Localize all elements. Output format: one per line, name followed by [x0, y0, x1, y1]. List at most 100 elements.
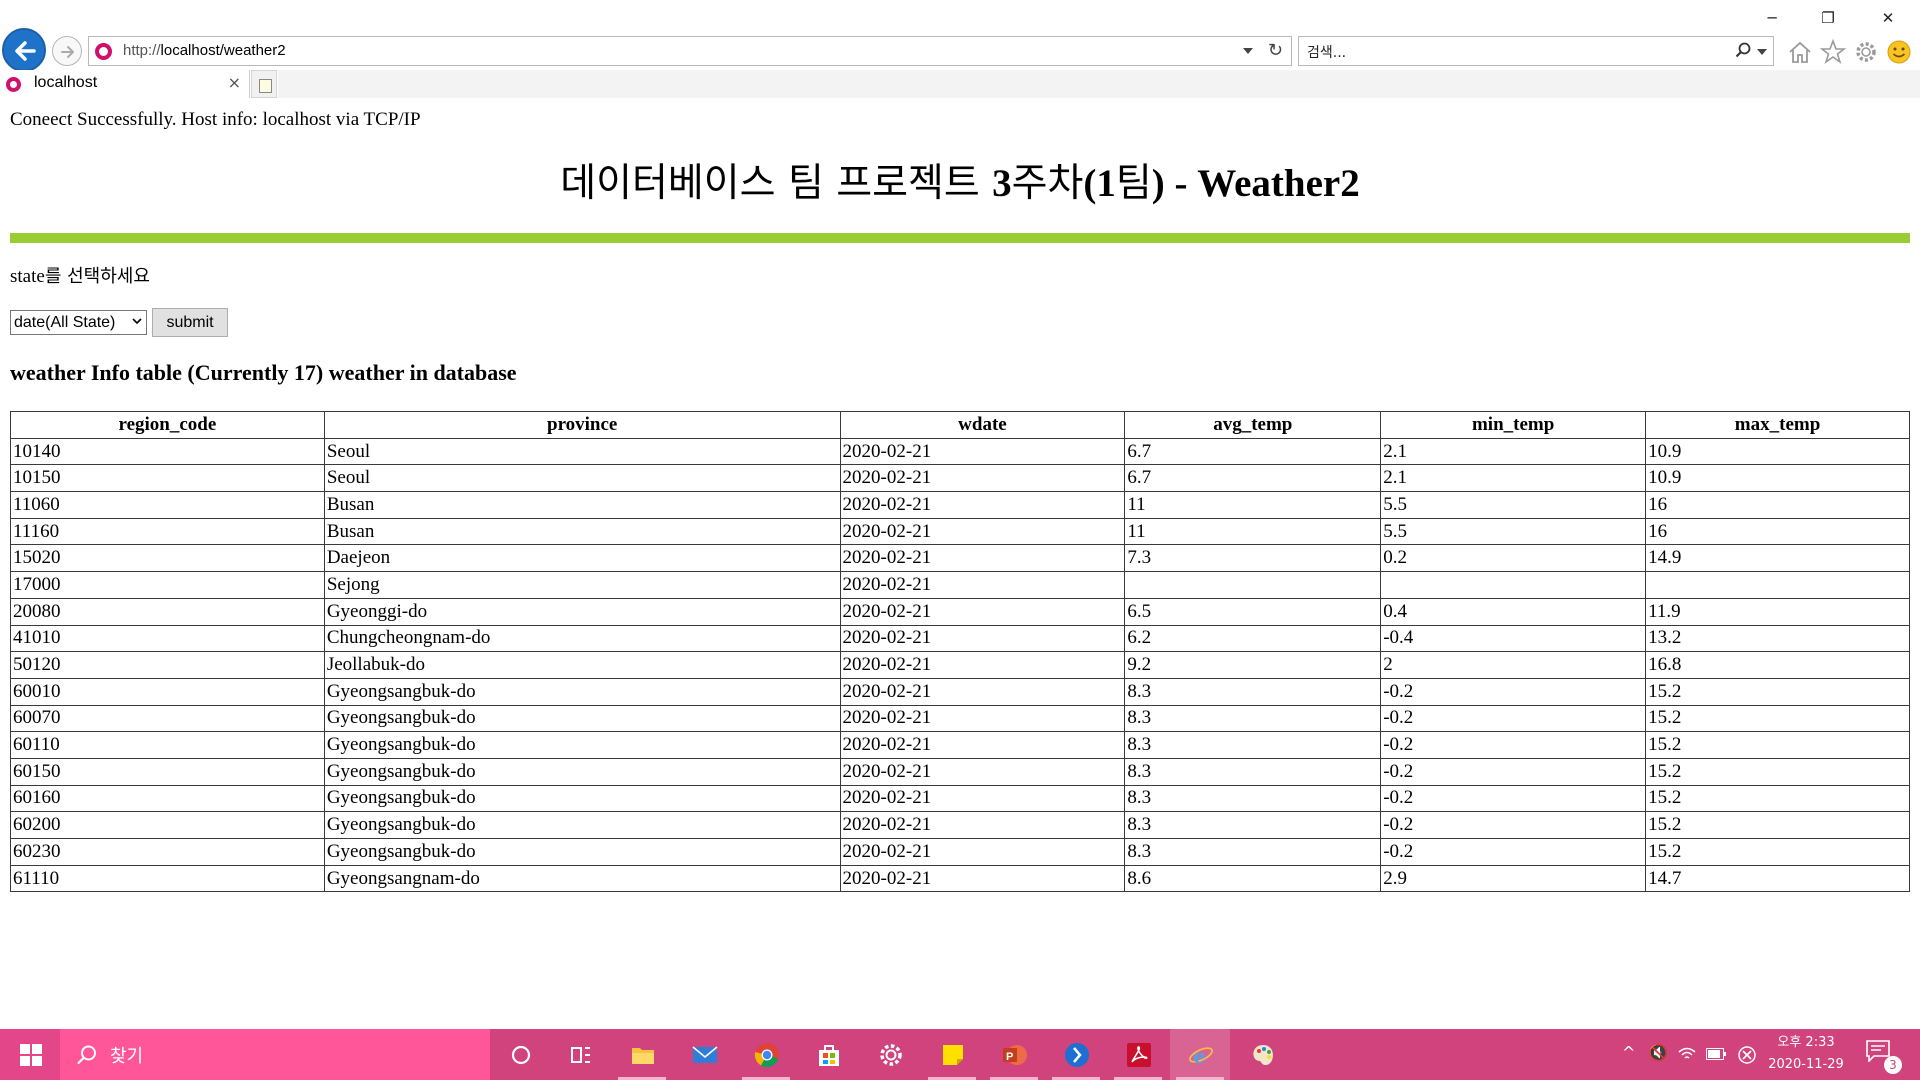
browser-tab-localhost[interactable]: localhost ×: [0, 70, 250, 98]
cell-region-code: 41010: [10, 624, 325, 653]
search-dropdown-icon[interactable]: [1757, 49, 1767, 55]
table-row: 11060 Busan 2020-02-21 11 5.5 16: [10, 491, 1910, 519]
cell-wdate: 2020-02-21: [839, 651, 1126, 679]
table-row: 60230 Gyeongsangbuk-do 2020-02-21 8.3 -0.2 15…: [10, 838, 1910, 866]
cell-province: Jeollabuk-do: [323, 651, 841, 679]
minimize-button[interactable]: ─: [1752, 8, 1792, 28]
site-favicon-icon: [95, 43, 112, 60]
taskbar-app-internet-explorer[interactable]: e: [1170, 1029, 1230, 1080]
cell-min-temp: [1380, 571, 1647, 599]
action-center-button[interactable]: 3: [1866, 1040, 1902, 1074]
address-bar[interactable]: http://localhost/weather2 ↻: [88, 36, 1292, 66]
cell-min-temp: 2.1: [1380, 464, 1647, 493]
cell-wdate: 2020-02-21: [839, 571, 1126, 599]
windows-logo-icon: [20, 1044, 42, 1066]
cell-province: Gyeongsangbuk-do: [323, 704, 841, 733]
table-row: 17000 Sejong 2020-02-21: [10, 571, 1910, 599]
refresh-icon[interactable]: ↻: [1268, 41, 1283, 61]
cell-wdate: 2020-02-21: [839, 811, 1126, 839]
table-row: 10140 Seoul 2020-02-21 6.7 2.1 10.9: [10, 437, 1910, 466]
cell-wdate: 2020-02-21: [839, 731, 1126, 759]
smiley-icon[interactable]: [1885, 38, 1913, 66]
gear-icon[interactable]: [1852, 38, 1880, 66]
battery-icon[interactable]: [1706, 1048, 1726, 1060]
taskbar-app-chrome[interactable]: [736, 1029, 796, 1080]
restore-button[interactable]: ❐: [1808, 8, 1848, 28]
taskbar-app-paint[interactable]: [1232, 1029, 1292, 1080]
taskbar-app-blue[interactable]: [1046, 1029, 1106, 1080]
cell-wdate: 2020-02-21: [839, 757, 1126, 786]
table-row: 60070 Gyeongsangbuk-do 2020-02-21 8.3 -0.2 15…: [10, 704, 1910, 733]
cell-region-code: 60070: [10, 704, 325, 733]
svg-text:e: e: [1193, 1044, 1206, 1068]
taskbar-app-settings[interactable]: [860, 1029, 920, 1080]
cell-province: Gyeongsangbuk-do: [323, 677, 841, 706]
cell-province: Gyeongsangnam-do: [323, 864, 841, 893]
taskbar-clock[interactable]: 오후 2:33 2020-11-29: [1760, 1032, 1852, 1076]
cell-min-temp: 2: [1380, 651, 1647, 679]
cell-region-code: 60230: [10, 838, 325, 866]
table-header-row: region_code province wdate avg_temp min_…: [10, 411, 1910, 439]
table-row: 60150 Gyeongsangbuk-do 2020-02-21 8.3 -0.2 15…: [10, 757, 1910, 786]
cortana-button[interactable]: [490, 1029, 550, 1080]
taskbar-search-box[interactable]: 찾기: [60, 1029, 490, 1080]
taskbar-app-sticky-notes[interactable]: [922, 1029, 982, 1080]
cell-province: Busan: [323, 517, 841, 546]
cell-min-temp: 2.9: [1380, 864, 1647, 893]
cell-wdate: 2020-02-21: [839, 491, 1126, 519]
address-dropdown-icon[interactable]: [1243, 48, 1253, 54]
taskbar-app-file-explorer[interactable]: [612, 1029, 672, 1080]
taskbar-app-acrobat[interactable]: [1108, 1029, 1168, 1080]
forward-icon: [61, 46, 74, 58]
column-header: wdate: [839, 411, 1126, 439]
cell-region-code: 10150: [10, 464, 325, 493]
cell-min-temp: -0.4: [1380, 624, 1647, 653]
browser-search-box[interactable]: 검색...: [1298, 36, 1774, 66]
table-row: 11160 Busan 2020-02-21 11 5.5 16: [10, 517, 1910, 546]
taskbar-app-mail[interactable]: [674, 1029, 734, 1080]
start-button[interactable]: [0, 1029, 60, 1080]
state-select[interactable]: date(All State): [10, 310, 147, 335]
search-icon[interactable]: [1735, 42, 1751, 58]
cell-max-temp: 16.8: [1645, 651, 1910, 679]
star-icon[interactable]: [1819, 38, 1847, 66]
back-button[interactable]: [2, 28, 46, 72]
internet-explorer-icon: e: [1189, 1044, 1213, 1068]
network-disconnected-icon[interactable]: [1738, 1046, 1756, 1064]
cell-max-temp: 15.2: [1645, 838, 1910, 866]
cell-min-temp: 0.4: [1380, 597, 1647, 626]
column-header: avg_temp: [1124, 411, 1382, 439]
tab-close-icon[interactable]: ×: [228, 73, 241, 92]
close-button[interactable]: ✕: [1868, 8, 1908, 28]
tray-overflow-icon[interactable]: ^: [1622, 1043, 1635, 1062]
cell-max-temp: 10.9: [1645, 437, 1910, 466]
cell-wdate: 2020-02-21: [839, 784, 1126, 813]
cell-avg-temp: 6.5: [1124, 597, 1382, 626]
wifi-icon[interactable]: [1678, 1046, 1696, 1062]
cell-province: Chungcheongnam-do: [323, 624, 841, 653]
volume-muted-icon[interactable]: 🔇: [1648, 1043, 1668, 1062]
mail-icon: [692, 1046, 718, 1063]
home-icon[interactable]: [1786, 38, 1814, 66]
cell-min-temp: -0.2: [1380, 757, 1647, 786]
cell-min-temp: -0.2: [1380, 784, 1647, 813]
connection-status: Coneect Successfully. Host info: localho…: [10, 109, 421, 130]
submit-button[interactable]: submit: [152, 308, 228, 337]
cell-max-temp: 14.9: [1645, 544, 1910, 573]
tab-favicon-icon: [6, 77, 21, 92]
cell-wdate: 2020-02-21: [839, 437, 1126, 466]
taskbar-app-powerpoint[interactable]: P: [984, 1029, 1044, 1080]
task-view-button[interactable]: [550, 1029, 610, 1080]
column-header: min_temp: [1380, 411, 1647, 439]
state-prompt: state를 선택하세요: [10, 266, 150, 287]
search-icon: [77, 1045, 96, 1065]
cell-avg-temp: [1124, 571, 1382, 599]
cell-avg-temp: 7.3: [1124, 544, 1382, 573]
new-tab-button[interactable]: [251, 70, 277, 98]
forward-button[interactable]: [52, 36, 82, 66]
cell-max-temp: [1645, 571, 1910, 599]
cell-max-temp: 10.9: [1645, 464, 1910, 493]
taskbar-app-store[interactable]: [798, 1029, 858, 1080]
table-row: 60110 Gyeongsangbuk-do 2020-02-21 8.3 -0.2 15…: [10, 731, 1910, 759]
cell-region-code: 60110: [10, 731, 325, 759]
